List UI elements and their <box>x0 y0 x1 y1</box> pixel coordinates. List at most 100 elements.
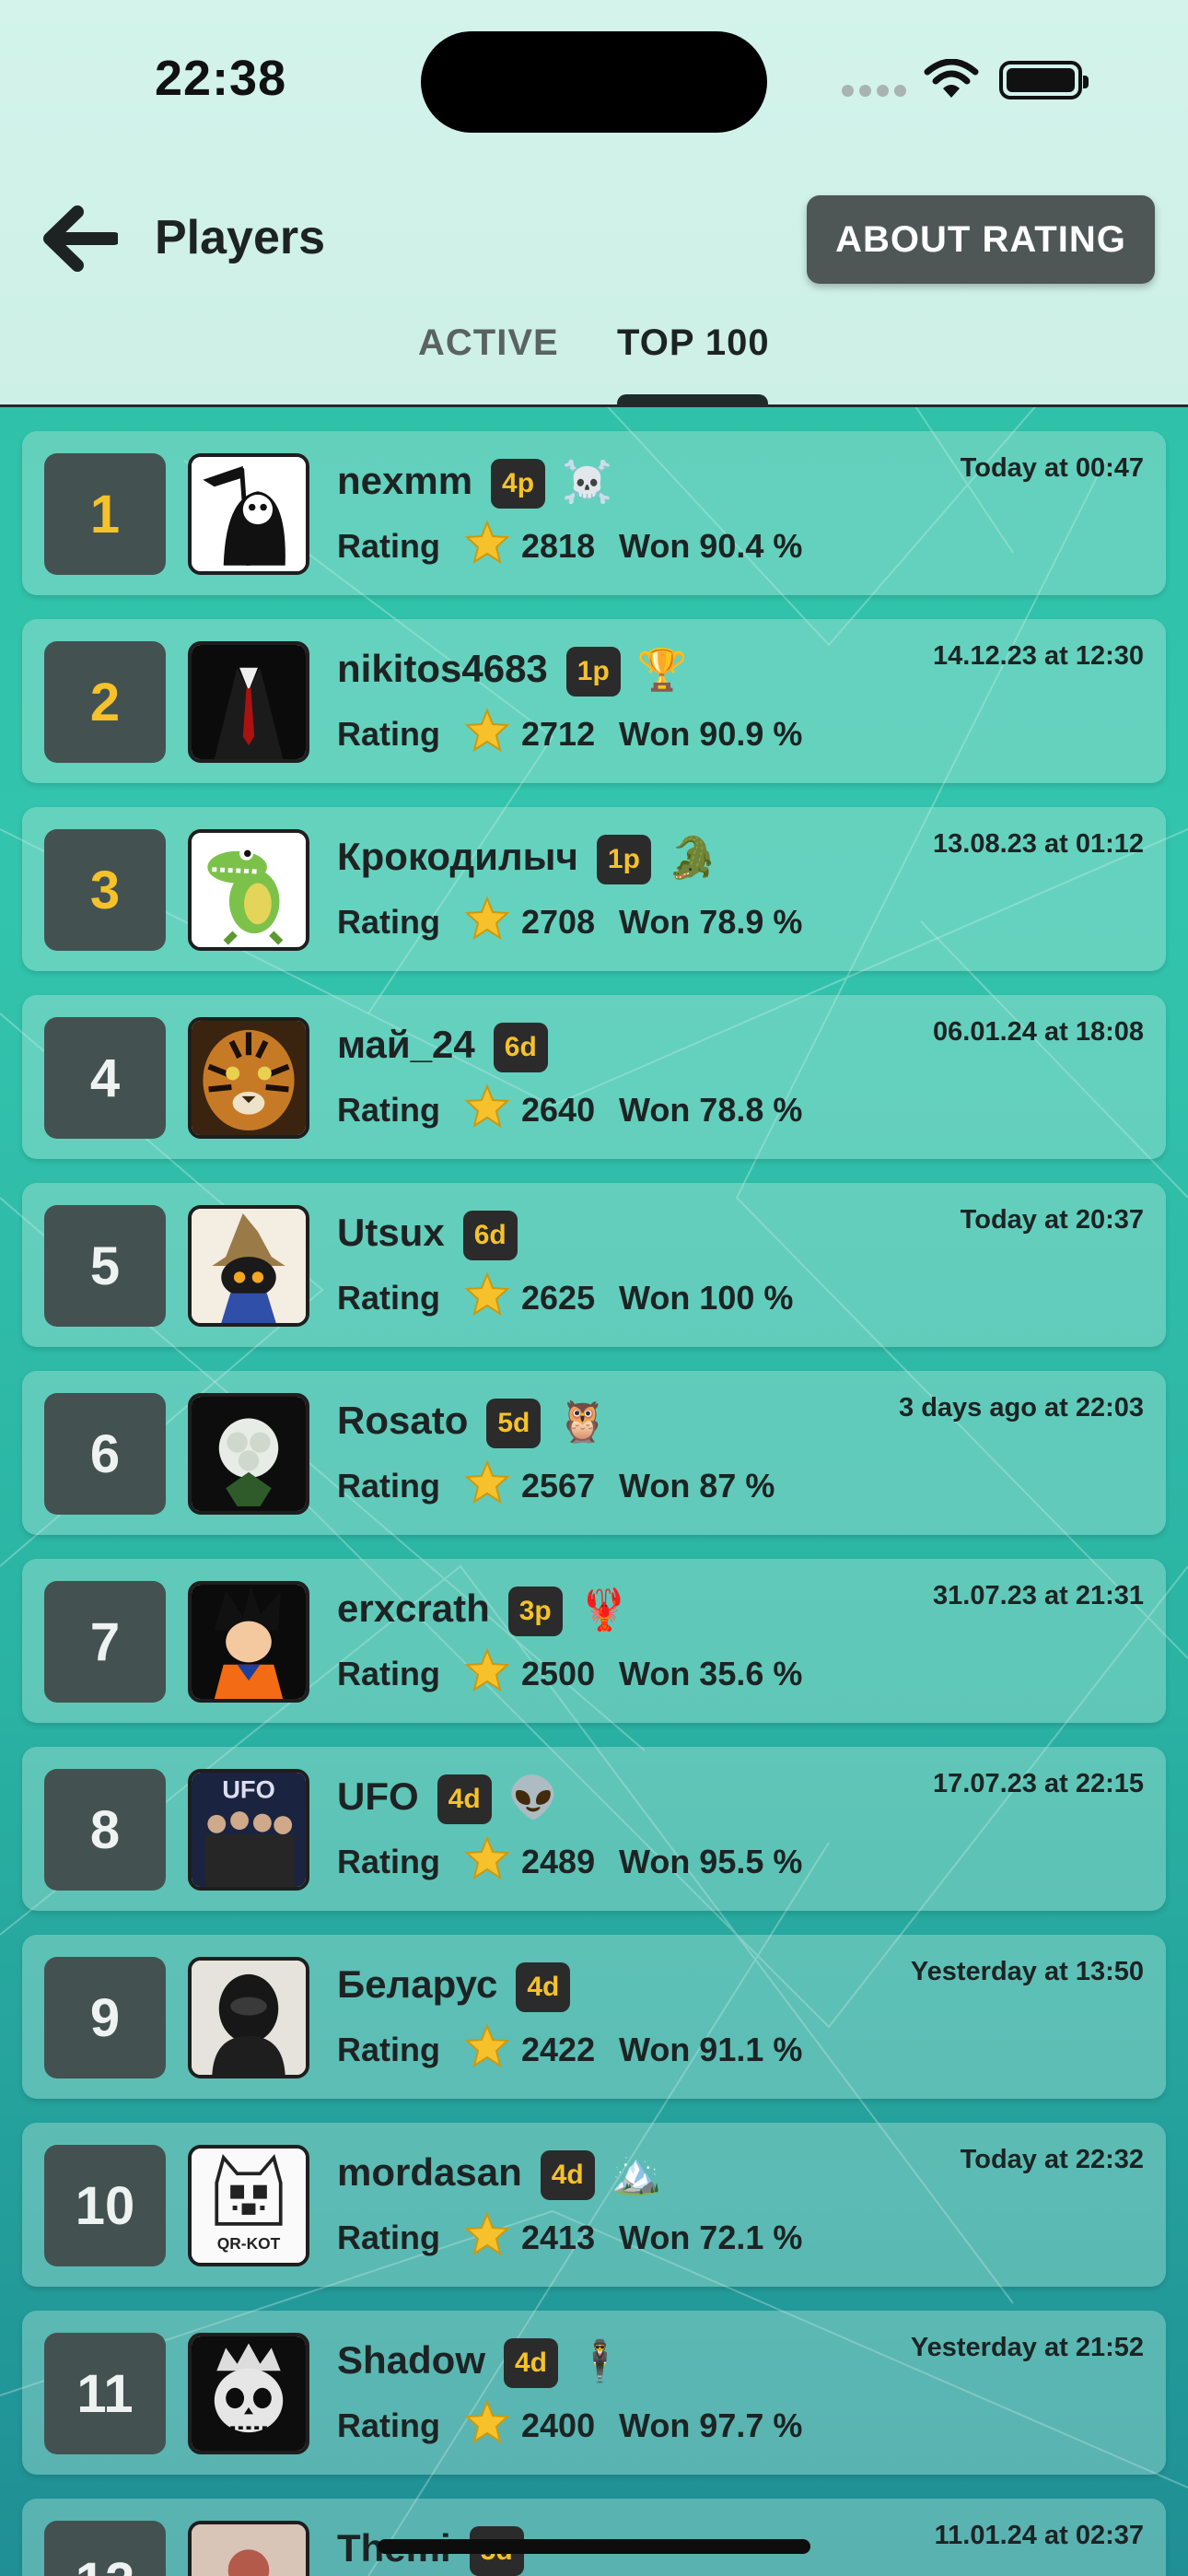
player-row[interactable]: 7 erxcrath 3p 🦞 Rating 2500 Won 35.6 % 31.07.23… <box>22 1559 1166 1723</box>
player-rank-badge: 3p <box>507 1587 563 1636</box>
player-name[interactable]: Rosato <box>337 1399 468 1443</box>
tab-active[interactable]: ACTIVE <box>418 322 559 364</box>
star-icon <box>464 1835 510 1881</box>
partial-avatar[interactable] <box>188 2521 309 2576</box>
star-icon <box>464 1271 510 1317</box>
rating-label: Rating <box>337 2031 440 2068</box>
player-rank-badge: 4d <box>516 1962 571 2012</box>
player-name[interactable]: nexmm <box>337 459 472 503</box>
player-row[interactable]: 2 nikitos4683 1p 🏆 Rating 2712 Won 90.9 % 14.12… <box>22 619 1166 783</box>
player-row[interactable]: 3 Крокодилыч 1p 🐊 Rating 2708 Won 78.9 % 13.08.… <box>22 807 1166 971</box>
status-emoji-icon: 🦞 <box>578 1587 630 1633</box>
player-row[interactable]: 11 Shadow 4d 🕴️ Rating 2400 Won 97.7 % Yesterda… <box>22 2311 1166 2475</box>
last-seen-date: 11.01.24 at 02:37 <box>934 2521 1144 2550</box>
goku-avatar[interactable] <box>188 1581 309 1703</box>
status-time: 22:38 <box>155 51 287 106</box>
rating-label: Rating <box>337 903 440 941</box>
player-name[interactable]: май_24 <box>337 1023 475 1067</box>
win-percentage: Won 78.8 % <box>619 1091 803 1129</box>
win-percentage: Won 91.1 % <box>619 2031 803 2068</box>
player-row[interactable]: 1 nexmm 4p ☠️ Rating 2818 Won 90.4 % Today at 0… <box>22 431 1166 595</box>
grim-reaper-avatar[interactable] <box>188 453 309 575</box>
star-icon <box>464 520 510 566</box>
last-seen-date: Today at 20:37 <box>960 1205 1144 1235</box>
star-icon <box>464 708 510 754</box>
player-name[interactable]: Беларус <box>337 1962 497 2007</box>
last-seen-date: 17.07.23 at 22:15 <box>933 1769 1144 1798</box>
home-indicator[interactable] <box>378 2539 810 2554</box>
player-name[interactable]: Крокодилыч <box>337 835 578 879</box>
tiger-avatar[interactable] <box>188 1017 309 1139</box>
rating-value: 2500 <box>521 1655 596 1692</box>
win-percentage: Won 72.1 % <box>619 2219 803 2256</box>
rank-number: 8 <box>44 1769 166 1891</box>
about-rating-button[interactable]: ABOUT RATING <box>807 195 1155 284</box>
player-name[interactable]: UFO <box>337 1774 419 1819</box>
player-row[interactable]: 10 QR-KOT mordasan 4d 🏔️ Rating 2413 Won 72.1 %… <box>22 2123 1166 2287</box>
flower-avatar[interactable] <box>188 1393 309 1515</box>
player-rank-badge: 5d <box>486 1399 542 1448</box>
rating-label: Rating <box>337 715 440 753</box>
crowned-skull-avatar[interactable] <box>188 2333 309 2454</box>
wifi-icon <box>924 59 979 98</box>
rating-value: 2640 <box>521 1091 596 1129</box>
svg-text:UFO: UFO <box>222 1774 275 1803</box>
crocodile-avatar[interactable] <box>188 829 309 951</box>
rating-value: 2400 <box>521 2406 596 2444</box>
rank-number: 5 <box>44 1205 166 1327</box>
rank-number: 11 <box>44 2333 166 2454</box>
win-percentage: Won 95.5 % <box>619 1843 803 1880</box>
status-emoji-icon: 🦉 <box>557 1399 609 1445</box>
suit-avatar[interactable] <box>188 641 309 763</box>
player-row[interactable]: 8 UFO UFO 4d 👽 Rating 2489 Won 95.5 % 17.07.23 a… <box>22 1747 1166 1911</box>
win-percentage: Won 97.7 % <box>619 2406 803 2444</box>
battery-icon <box>999 61 1089 100</box>
player-row[interactable]: 5 Utsux 6d Rating 2625 Won 100 % Today at 20:3… <box>22 1183 1166 1347</box>
status-emoji-icon: 🏔️ <box>611 2151 662 2196</box>
player-row[interactable]: 6 Rosato 5d 🦉 Rating 2567 Won 87 % 3 days ago a… <box>22 1371 1166 1535</box>
band-avatar[interactable]: UFO <box>188 1769 309 1891</box>
qr-cat-avatar[interactable]: QR-KOT <box>188 2145 309 2266</box>
back-arrow-button[interactable] <box>41 205 118 273</box>
status-emoji-icon: 🕴️ <box>575 2339 625 2384</box>
player-rank-badge: 1p <box>565 647 621 697</box>
win-percentage: Won 35.6 % <box>619 1655 803 1692</box>
players-list[interactable]: 1 nexmm 4p ☠️ Rating 2818 Won 90.4 % Today at 0… <box>0 407 1188 2576</box>
player-row[interactable]: 9 Беларус 4d Rating 2422 Won 91.1 % Yesterday … <box>22 1935 1166 2099</box>
rank-number: 4 <box>44 1017 166 1139</box>
rating-label: Rating <box>337 1655 440 1692</box>
star-icon <box>464 896 510 942</box>
last-seen-date: Yesterday at 13:50 <box>910 1957 1144 1986</box>
star-icon <box>464 1647 510 1693</box>
rank-number: 3 <box>44 829 166 951</box>
player-name[interactable]: Shadow <box>337 2338 485 2383</box>
star-icon <box>464 1459 510 1505</box>
player-name[interactable]: nikitos4683 <box>337 647 548 691</box>
star-icon <box>464 2211 510 2257</box>
rating-value: 2708 <box>521 903 596 941</box>
player-rank-badge: 4d <box>540 2150 595 2200</box>
player-rank-badge: 6d <box>462 1211 518 1260</box>
rating-value: 2413 <box>521 2219 596 2256</box>
last-seen-date: 13.08.23 at 01:12 <box>933 829 1144 859</box>
player-rank-badge: 1p <box>596 835 651 884</box>
rating-value: 2422 <box>521 2031 596 2068</box>
player-row[interactable]: 12Themi5d11.01.24 at 02:37 <box>22 2499 1166 2576</box>
rank-number: 6 <box>44 1393 166 1515</box>
win-percentage: Won 78.9 % <box>619 903 803 941</box>
player-row[interactable]: 4 май_24 6d Rating 2640 Won 78.8 % 06.01.24 at… <box>22 995 1166 1159</box>
status-emoji-icon: 🐊 <box>667 836 718 881</box>
tab-top-100[interactable]: TOP 100 <box>617 322 770 364</box>
player-rank-badge: 4p <box>491 459 546 509</box>
rank-number: 1 <box>44 453 166 575</box>
player-name[interactable]: mordasan <box>337 2150 522 2195</box>
app-header: 22:38 Players ABOUT RATING ACTIVE TOP 10… <box>0 0 1188 407</box>
player-name[interactable]: erxcrath <box>337 1587 490 1631</box>
player-name[interactable]: Utsux <box>337 1211 445 1255</box>
svg-text:QR-KOT: QR-KOT <box>217 2234 281 2253</box>
tab-selected-indicator <box>617 394 768 407</box>
masked-figure-avatar[interactable] <box>188 1957 309 2078</box>
player-rank-badge: 6d <box>493 1023 548 1072</box>
status-emoji-icon: 👽 <box>507 1775 559 1821</box>
black-mage-avatar[interactable] <box>188 1205 309 1327</box>
